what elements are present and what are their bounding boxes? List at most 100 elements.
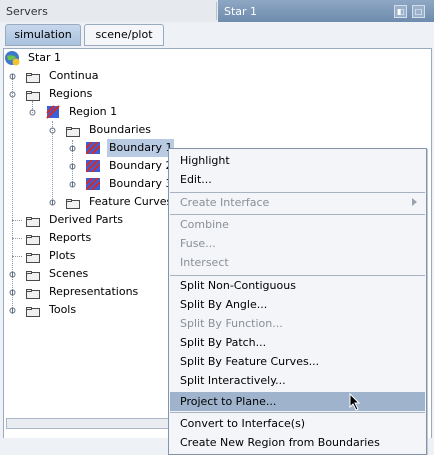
tree-item-plots[interactable]: Plots (6, 247, 166, 265)
tree-label: Star 1 (28, 51, 62, 64)
menu-item-combine: Combine (170, 215, 425, 234)
menu-label: Split By Patch... (180, 336, 267, 349)
tree-item-derived-parts[interactable]: Derived Parts (6, 211, 166, 229)
menu-item-create-interface: Create Interface (170, 193, 425, 212)
tree-item-regions[interactable]: Regions (6, 85, 206, 103)
tab-scene-plot[interactable]: scene/plot (84, 24, 164, 46)
folder-icon (66, 125, 80, 137)
folder-icon (26, 71, 40, 83)
folder-icon (26, 305, 40, 317)
tree-label: Regions (49, 87, 93, 100)
menu-label: Split Non-Contiguous (180, 279, 296, 292)
tree-label: Derived Parts (49, 213, 124, 226)
folder-icon (26, 269, 40, 281)
tree-label: Plots (49, 249, 76, 262)
menu-label: Convert to Interface(s) (180, 417, 306, 430)
title-separator (216, 2, 217, 20)
tree-item-boundaries[interactable]: Boundaries (46, 121, 246, 139)
menu-item-split-by-feature-curves[interactable]: Split By Feature Curves... (170, 352, 425, 371)
tree-item-representations[interactable]: Representations (6, 283, 166, 301)
tree-label: Region 1 (69, 105, 118, 118)
expand-icon[interactable] (8, 270, 17, 279)
menu-item-highlight[interactable]: Highlight (170, 151, 425, 170)
expand-icon[interactable] (8, 306, 17, 315)
menu-label: Highlight (180, 154, 230, 167)
menu-label: Split By Function... (180, 317, 283, 330)
menu-item-convert-to-interfaces[interactable]: Convert to Interface(s) (170, 414, 425, 433)
expand-icon[interactable] (8, 72, 17, 81)
menu-item-intersect: Intersect (170, 253, 425, 272)
tree-item-reports[interactable]: Reports (6, 229, 166, 247)
menu-item-edit[interactable]: Edit... (170, 170, 425, 189)
tree-label: Tools (49, 303, 77, 316)
menu-label: Create New Region from Boundaries (180, 436, 380, 449)
collapse-icon[interactable] (48, 126, 57, 135)
mouse-cursor-icon (349, 393, 361, 411)
menu-item-split-by-angle[interactable]: Split By Angle... (170, 295, 425, 314)
menu-item-create-new-region[interactable]: Create New Region from Boundaries (170, 433, 425, 452)
expand-icon[interactable] (68, 144, 77, 153)
star-tab-label: Star 1 (224, 5, 258, 18)
tree-line (12, 256, 22, 257)
boundary-icon (86, 178, 100, 190)
menu-label: Edit... (180, 173, 212, 186)
menu-item-split-non-contiguous[interactable]: Split Non-Contiguous (170, 276, 425, 295)
title-bar: Servers Star 1 ◧ □ (0, 0, 434, 23)
tree-label: Continua (49, 69, 99, 82)
restore-icon[interactable]: ◧ (394, 5, 407, 18)
tree-item-root[interactable]: Star 1 (4, 49, 204, 67)
boundary-icon (86, 160, 100, 172)
tree-label: Boundary 3 (109, 177, 173, 190)
menu-item-split-interactively[interactable]: Split Interactively... (170, 371, 425, 390)
expand-icon[interactable] (68, 162, 77, 171)
tree-label: Scenes (49, 267, 89, 280)
folder-icon (66, 197, 80, 209)
menu-item-project-to-plane[interactable]: Project to Plane... (170, 392, 425, 411)
folder-icon (26, 233, 40, 245)
menu-label: Create Interface (180, 196, 270, 209)
collapse-icon[interactable] (28, 108, 37, 117)
star-globe-icon (5, 51, 20, 66)
tree-item-region-1[interactable]: Region 1 (26, 103, 226, 121)
menu-label: Project to Plane... (180, 395, 277, 408)
menu-label: Split Interactively... (180, 374, 286, 387)
context-menu: Highlight Edit... Create Interface Combi… (168, 148, 427, 455)
tree-item-boundary-2[interactable]: Boundary 2 (66, 157, 176, 175)
tree-item-scenes[interactable]: Scenes (6, 265, 166, 283)
menu-item-fuse: Fuse... (170, 234, 425, 253)
expand-icon[interactable] (68, 180, 77, 189)
expand-icon[interactable] (48, 198, 57, 207)
folder-icon (26, 89, 40, 101)
tree-item-boundary-3[interactable]: Boundary 3 (66, 175, 176, 193)
tree-line (12, 238, 22, 239)
tab-row: simulation scene/plot (0, 22, 434, 48)
tree-label: Feature Curves (89, 195, 173, 208)
region-icon (46, 105, 60, 119)
tree-item-boundary-1[interactable]: Boundary 1 (66, 139, 176, 157)
collapse-icon[interactable] (8, 90, 17, 99)
folder-icon (26, 215, 40, 227)
maximize-icon[interactable]: □ (412, 5, 425, 18)
tree-label: Boundaries (89, 123, 152, 136)
tree-item-feature-curves[interactable]: Feature Curves (46, 193, 176, 211)
menu-label: Intersect (180, 256, 229, 269)
menu-separator (170, 412, 425, 413)
menu-label: Fuse... (180, 237, 216, 250)
servers-label[interactable]: Servers (6, 5, 48, 18)
tab-simulation[interactable]: simulation (5, 24, 81, 46)
tree-line (12, 220, 22, 221)
tree-label: Representations (49, 285, 139, 298)
tree-item-tools[interactable]: Tools (6, 301, 166, 319)
folder-icon (26, 251, 40, 263)
expand-icon[interactable] (8, 288, 17, 297)
menu-item-split-by-patch[interactable]: Split By Patch... (170, 333, 425, 352)
folder-icon (26, 287, 40, 299)
boundary-icon (86, 142, 100, 154)
menu-label: Split By Feature Curves... (180, 355, 320, 368)
menu-label: Combine (180, 218, 229, 231)
star-tab[interactable]: Star 1 ◧ □ (218, 0, 434, 22)
menu-item-split-by-function: Split By Function... (170, 314, 425, 333)
tree-label: Boundary 1 (107, 139, 175, 157)
tree-item-continua[interactable]: Continua (6, 67, 206, 85)
tree-label: Reports (49, 231, 92, 244)
